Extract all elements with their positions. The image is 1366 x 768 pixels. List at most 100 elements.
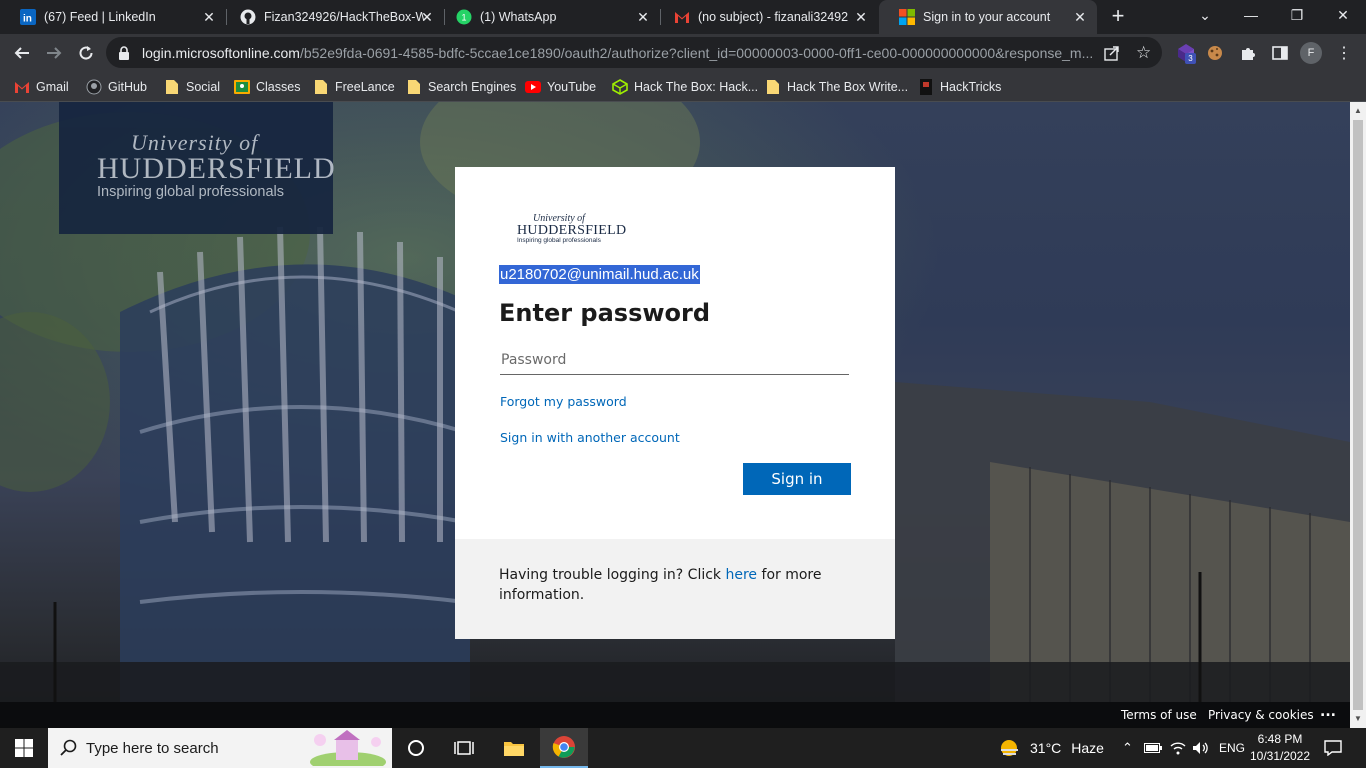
start-button[interactable] — [0, 728, 48, 768]
scroll-down-icon[interactable]: ▼ — [1353, 714, 1363, 724]
bookmark-label: Hack The Box Write... — [787, 80, 909, 94]
search-placeholder: Type here to search — [86, 739, 219, 757]
tab-title: Fizan324926/HackTheBox-Wr — [264, 10, 424, 24]
task-view-button[interactable] — [440, 728, 488, 768]
close-icon[interactable]: ✕ — [200, 8, 218, 26]
footer-more-button[interactable]: ... — [1320, 704, 1336, 720]
notification-icon[interactable] — [1324, 728, 1342, 768]
logo-line2: HUDDERSFIELD — [517, 223, 627, 238]
wifi-icon[interactable] — [1170, 728, 1186, 768]
cortana-button[interactable] — [392, 728, 440, 768]
tab-gmail[interactable]: (no subject) - fizanali3249260 ✕ — [654, 0, 878, 34]
banner-tagline: Inspiring global professionals — [97, 184, 284, 200]
tab-github[interactable]: Fizan324926/HackTheBox-Wr ✕ — [220, 0, 444, 34]
extension-badge: 3 — [1185, 53, 1196, 64]
file-explorer-button[interactable] — [490, 728, 538, 768]
bookmark-label: Gmail — [36, 80, 69, 94]
scrollbar-thumb[interactable] — [1353, 120, 1363, 710]
privacy-link[interactable]: Privacy & cookies — [1208, 708, 1314, 722]
password-field[interactable] — [500, 345, 849, 375]
windows-icon — [15, 739, 33, 757]
bookmark-social[interactable]: Social — [164, 76, 220, 98]
tab-microsoft-signin[interactable]: Sign in to your account ✕ — [879, 0, 1097, 34]
tab-title: Sign in to your account — [923, 10, 1051, 24]
arrow-right-icon — [47, 47, 62, 59]
bookmark-search-engines[interactable]: Search Engines — [406, 76, 516, 98]
bookmark-freelance[interactable]: FreeLance — [313, 76, 395, 98]
profile-avatar[interactable]: F — [1300, 42, 1322, 64]
bookmark-github[interactable]: GitHub — [86, 76, 147, 98]
forward-button[interactable] — [40, 39, 68, 67]
address-bar[interactable]: login.microsoftonline.com/b52e9fda-0691-… — [106, 37, 1162, 68]
back-button[interactable] — [8, 39, 36, 67]
battery-icon[interactable] — [1144, 728, 1162, 768]
github-icon — [86, 79, 102, 95]
tab-search-button[interactable]: ⌄ — [1182, 0, 1228, 30]
bookmark-hackthebox[interactable]: Hack The Box: Hack... — [612, 76, 758, 98]
lock-icon[interactable] — [118, 45, 132, 60]
bookmark-label: Search Engines — [428, 80, 517, 94]
weather-widget[interactable]: 31°C Haze — [998, 728, 1104, 768]
bookmark-label: GitHub — [108, 80, 147, 94]
page-scrollbar[interactable]: ▲ ▼ — [1350, 102, 1366, 728]
sign-in-button[interactable]: Sign in — [743, 463, 851, 495]
bookmark-gmail[interactable]: Gmail — [14, 76, 69, 98]
user-identity[interactable]: u2180702@unimail.hud.ac.uk — [499, 265, 700, 284]
browser-toolbar: login.microsoftonline.com/b52e9fda-0691-… — [0, 34, 1366, 72]
close-icon[interactable]: ✕ — [634, 8, 652, 26]
tab-whatsapp[interactable]: 1 (1) WhatsApp ✕ — [436, 0, 660, 34]
volume-icon[interactable] — [1192, 728, 1210, 768]
bookmark-label: Hack The Box: Hack... — [634, 80, 759, 94]
another-account-link[interactable]: Sign in with another account — [500, 430, 680, 445]
help-section: Having trouble logging in? Click here fo… — [455, 539, 895, 639]
gmail-icon — [674, 9, 690, 25]
haze-sun-icon — [998, 737, 1020, 759]
folder-icon — [406, 79, 422, 95]
folder-icon — [313, 79, 329, 95]
taskbar-clock[interactable]: 6:48 PM 10/31/2022 — [1240, 731, 1320, 765]
extension-button[interactable]: 3 — [1175, 42, 1197, 64]
url-host: login.microsoftonline.com — [142, 44, 300, 61]
search-highlight-icon — [308, 730, 388, 768]
tab-title: (1) WhatsApp — [480, 10, 557, 24]
puzzle-icon[interactable] — [1237, 42, 1259, 64]
close-icon[interactable]: ✕ — [852, 8, 870, 26]
bookmark-label: YouTube — [547, 80, 597, 94]
star-icon[interactable]: ☆ — [1136, 43, 1151, 63]
bookmark-classes[interactable]: Classes — [234, 76, 300, 98]
folder-icon — [164, 79, 180, 95]
help-here-link[interactable]: here — [726, 567, 758, 583]
reload-button[interactable] — [72, 39, 100, 67]
chrome-taskbar-button[interactable] — [540, 728, 588, 768]
weather-desc: Haze — [1071, 740, 1104, 756]
scroll-up-icon[interactable]: ▲ — [1353, 106, 1363, 116]
new-tab-button[interactable]: + — [1107, 5, 1129, 28]
help-prefix: Having trouble logging in? Click — [499, 567, 726, 583]
svg-text:1: 1 — [462, 13, 467, 23]
cookie-extension-icon[interactable] — [1204, 42, 1226, 64]
close-icon[interactable]: ✕ — [1071, 8, 1089, 26]
bookmark-hacktricks[interactable]: HackTricks — [918, 76, 1001, 98]
windows-taskbar: Type here to search 31°C Haze ⌃ ENG 6:48… — [0, 728, 1366, 768]
help-text: Having trouble logging in? Click here fo… — [499, 565, 839, 605]
close-window-button[interactable]: ✕ — [1320, 0, 1366, 30]
bookmark-youtube[interactable]: YouTube — [525, 76, 596, 98]
clock-time: 6:48 PM — [1257, 732, 1303, 746]
show-hidden-icons[interactable]: ⌃ — [1122, 728, 1133, 768]
bookmark-label: Social — [186, 80, 221, 94]
bookmark-hackthebox-writeups[interactable]: Hack The Box Write... — [765, 76, 908, 98]
logo-tagline: Inspiring global professionals — [517, 237, 601, 244]
tab-linkedin[interactable]: in (67) Feed | LinkedIn ✕ — [0, 0, 226, 34]
taskbar-search-box[interactable]: Type here to search — [48, 728, 392, 768]
more-menu-icon[interactable]: ⋮ — [1333, 42, 1355, 64]
forgot-password-link[interactable]: Forgot my password — [500, 394, 627, 409]
reload-icon — [79, 46, 93, 60]
minimize-button[interactable]: — — [1228, 0, 1274, 30]
share-icon[interactable] — [1104, 45, 1120, 66]
close-icon[interactable]: ✕ — [418, 8, 436, 26]
terms-link[interactable]: Terms of use — [1121, 708, 1197, 722]
cortana-icon — [408, 740, 424, 756]
bookmark-label: Classes — [256, 80, 301, 94]
restore-button[interactable]: ❐ — [1274, 0, 1320, 30]
side-panel-icon[interactable] — [1269, 42, 1291, 64]
